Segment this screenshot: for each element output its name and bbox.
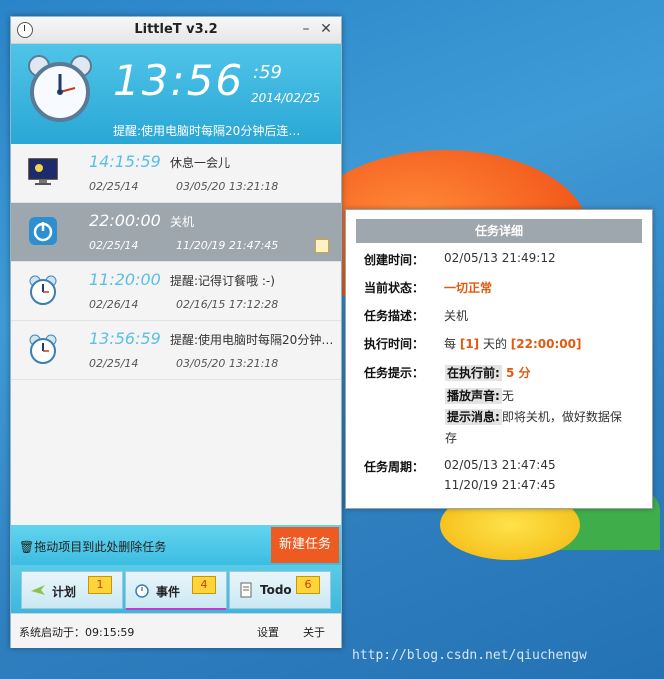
drop-zone-label: 拖动项目到此处删除任务 [34,540,167,554]
tab-events[interactable]: 事件 4 [125,571,227,610]
hint-message-cont: 存 [445,431,458,445]
startup-time: 系统启动于：09:15:59 [19,626,135,639]
detail-title: 任务详细 [356,219,642,243]
settings-link[interactable]: 设置 [257,624,279,640]
task-time: 13:56:59 [89,329,161,348]
hint-before: 在执行前: 5 分 [445,364,531,381]
task-row[interactable]: 14:15:59 休息一会儿 02/25/14 03/05/20 13:21:1… [11,144,341,203]
created-label: 创建时间： [364,253,425,267]
exec-label: 执行时间： [364,337,425,351]
task-start-date: 02/26/14 [89,298,139,311]
task-end-date: 11/20/19 21:47:45 [176,239,279,252]
exec-value: 每 [1] 天的 [22:00:00] [444,335,581,352]
tab-badge: 1 [88,576,112,594]
clock-panel: 13:56 :59 2014/02/25 提醒:使用电脑时每隔20分钟后连… [11,44,341,144]
task-start-date: 02/25/14 [89,357,139,370]
exec-prefix: 每 [444,337,460,351]
window-title: LittleT v3.2 [134,22,218,37]
task-end-date: 02/16/15 17:12:28 [176,298,279,311]
tab-bar: 计划 1 事件 4 Todo 6 [11,565,341,613]
sound-key: 播放声音: [445,388,502,404]
airplane-icon [31,585,45,595]
task-name: 关机 [170,215,195,229]
trash-icon: 🗑 [19,540,35,554]
close-button[interactable]: ✕ [317,20,335,38]
sound-value: 无 [501,389,514,403]
desc-value: 关机 [444,309,469,323]
task-detail-popup: 任务详细 创建时间： 02/05/13 21:49:12 当前状态： 一切正常 … [345,209,653,509]
task-row[interactable]: 13:56:59 提醒:使用电脑时每隔20分钟… 02/25/14 03/05/… [11,321,341,380]
period-label: 任务周期： [364,460,425,474]
task-time: 22:00:00 [89,211,161,230]
task-time: 14:15:59 [89,152,161,171]
message-key: 提示消息: [445,409,502,425]
about-link[interactable]: 关于 [303,624,325,640]
task-start-date: 02/25/14 [89,180,139,193]
edit-icon[interactable] [315,239,329,253]
power-icon [29,217,57,245]
hint-label: 任务提示： [364,366,425,380]
littlet-window: LittleT v3.2 – ✕ 13:56 :59 2014/02/25 提醒… [10,16,342,648]
tab-label: Todo [260,583,292,597]
alarm-clock-icon [28,55,92,122]
exec-mid: 天的 [479,337,511,351]
tab-plan[interactable]: 计划 1 [21,571,123,609]
period-end: 11/20/19 21:47:45 [444,478,556,492]
monitor-icon [28,158,58,185]
title-bar[interactable]: LittleT v3.2 – ✕ [11,17,341,44]
document-icon [240,582,252,598]
message-value: 即将关机，做好数据保 [501,410,622,424]
state-label: 当前状态： [364,281,425,295]
task-end-date: 03/05/20 13:21:18 [176,180,279,193]
minimize-button[interactable]: – [297,20,315,38]
current-date: 2014/02/25 [251,91,321,105]
exec-interval: [1] [459,337,480,351]
exec-time: [22:00:00] [510,337,582,351]
alarm-clock-icon [29,334,57,364]
desc-label: 任务描述： [364,309,425,323]
current-time: 13:56 [113,56,245,105]
task-start-date: 02/25/14 [89,239,139,252]
status-bar: 系统启动于：09:15:59 设置 关于 [11,613,341,648]
tab-label: 事件 [156,585,181,599]
watermark: http://blog.csdn.net/qiuchengw [352,648,587,663]
before-value: 5 分 [501,366,531,380]
task-row[interactable]: 11:20:00 提醒:记得订餐哦 :-) 02/26/14 02/16/15 … [11,262,341,321]
task-list: 14:15:59 休息一会儿 02/25/14 03/05/20 13:21:1… [11,144,341,526]
task-name: 休息一会儿 [170,156,231,170]
before-key: 在执行前: [445,365,502,381]
alarm-clock-icon [29,275,57,305]
alarm-clock-icon [135,584,149,598]
task-name: 提醒:记得订餐哦 :-) [170,274,275,288]
task-time: 11:20:00 [89,270,161,289]
task-end-date: 03/05/20 13:21:18 [176,357,279,370]
tab-todo[interactable]: Todo 6 [229,571,331,609]
task-row-selected[interactable]: 22:00:00 关机 02/25/14 11/20/19 21:47:45 [11,203,341,262]
tab-label: 计划 [52,585,77,599]
new-task-button[interactable]: 新建任务 [271,527,339,563]
tab-badge: 6 [296,576,320,594]
current-seconds: :59 [253,62,282,83]
state-value: 一切正常 [444,281,493,295]
tab-badge: 4 [192,576,216,594]
period-start: 02/05/13 21:47:45 [444,458,556,472]
created-value: 02/05/13 21:49:12 [444,251,556,265]
reminder-ticker: 提醒:使用电脑时每隔20分钟后连… [113,124,301,138]
hint-sound: 播放声音: 无 [445,387,514,404]
hint-message: 提示消息: 即将关机，做好数据保 [445,408,622,425]
task-name: 提醒:使用电脑时每隔20分钟… [170,333,332,347]
delete-drop-zone[interactable]: 🗑拖动项目到此处删除任务 新建任务 [11,525,341,565]
